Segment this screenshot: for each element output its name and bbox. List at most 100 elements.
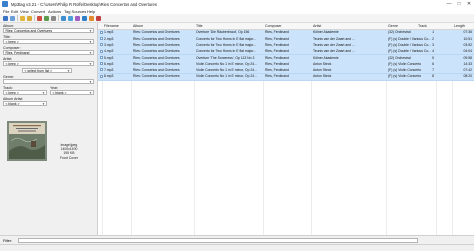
filename-to-tag-icon[interactable] <box>68 15 73 21</box>
row-checkbox[interactable] <box>99 43 103 47</box>
column-composer[interactable]: Composer <box>265 24 282 28</box>
column-artist[interactable]: Artist <box>313 24 321 28</box>
chevron-down-icon[interactable]: ▼ <box>42 102 45 105</box>
cell-album: Ries: Concertos and Overtures <box>133 55 180 60</box>
folder-open-icon[interactable] <box>20 15 25 21</box>
cover-art-image <box>7 121 47 161</box>
cell-length: 14:33 <box>463 61 473 66</box>
title-field[interactable]: < keep > ▼ <box>3 39 94 44</box>
track-field[interactable]: < keep > ▼ <box>3 90 47 95</box>
reload-icon[interactable] <box>96 15 101 21</box>
chevron-down-icon[interactable]: ▼ <box>42 91 45 94</box>
remove-tag-icon[interactable] <box>37 15 42 21</box>
cell-filename: 2.mp3 <box>104 36 114 41</box>
cell-composer: Ries, Ferdinand <box>265 30 289 35</box>
row-checkbox[interactable] <box>99 55 103 59</box>
cell-title: Violin Concerto No 1 in E minor, Op 24..… <box>196 74 257 79</box>
row-checkbox[interactable] <box>99 62 103 66</box>
minimize-button[interactable]: — <box>444 0 454 8</box>
tag-to-filename-icon[interactable] <box>61 15 66 21</box>
menu-help[interactable]: Help <box>87 9 95 14</box>
cell-title: Overture 'The Sorceress', Op 113 No 3 <box>196 55 255 60</box>
album-field[interactable]: Ries: Concertos and Overtures ▼ <box>3 28 94 33</box>
cell-composer: Ries, Ferdinand <box>265 49 289 54</box>
cell-album: Ries: Concertos and Overtures <box>133 61 180 66</box>
cell-album: Ries: Concertos and Overtures <box>133 30 180 35</box>
cell-title: Overture 'Die Räuberbraut', Op 156 <box>196 30 250 35</box>
menu-file[interactable]: File <box>3 9 9 14</box>
column-title[interactable]: Title <box>196 24 203 28</box>
column-track[interactable]: Track <box>418 24 427 28</box>
save-icon[interactable] <box>3 15 8 21</box>
cell-album: Ries: Concertos and Overtures <box>133 49 180 54</box>
cell-composer: Ries, Ferdinand <box>265 36 289 41</box>
genre-field[interactable]: ▼ <box>3 79 94 84</box>
cell-filename: 8.mp3 <box>104 74 114 79</box>
chevron-down-icon[interactable]: ▼ <box>67 69 70 72</box>
composer-value: Ries, Ferdinand <box>5 51 30 55</box>
row-checkbox[interactable] <box>99 74 103 78</box>
row-checkbox[interactable] <box>99 36 103 40</box>
menu-actions[interactable]: Actions <box>48 9 61 14</box>
select-from-list-field[interactable]: < select from list > ▼ <box>22 68 72 73</box>
menu-tag-sources[interactable]: Tag Sources <box>64 9 86 14</box>
cover-info: image/jpeg 1400x1400 195 KB Front Cover <box>60 143 78 160</box>
chevron-down-icon[interactable]: ▼ <box>89 29 92 32</box>
window-title: Mp3tag v3.21 - C:\Users\Philip R Rolfe\D… <box>11 1 157 7</box>
tag-sources-icon[interactable] <box>82 15 87 21</box>
export-icon[interactable] <box>44 15 49 21</box>
cell-title: Violin Concerto No 1 in E minor, Op 24..… <box>196 61 257 66</box>
table-row[interactable]: 8.mp3 Ries: Concertos and Overtures Violin… <box>98 73 474 81</box>
year-field[interactable]: < blank > ▼ <box>50 90 94 95</box>
cell-artist: Anton Steck <box>313 68 332 73</box>
cell-filename: 7.mp3 <box>104 68 114 73</box>
cell-artist: Teunis van der Zwart and ... <box>313 36 355 41</box>
cell-composer: Ries, Ferdinand <box>265 68 289 73</box>
options-icon[interactable] <box>51 15 56 21</box>
chevron-down-icon[interactable]: ▼ <box>89 62 92 65</box>
chevron-down-icon[interactable]: ▼ <box>89 40 92 43</box>
row-checkbox[interactable] <box>99 68 103 72</box>
album-value: Ries: Concertos and Overtures <box>5 29 53 33</box>
row-checkbox[interactable] <box>99 49 103 53</box>
cell-artist: Kölner Akademie <box>313 30 339 35</box>
filter-label: Filter: <box>3 238 12 243</box>
actions-icon[interactable] <box>75 15 80 21</box>
cell-length: 10:51 <box>463 36 473 41</box>
playlist-icon[interactable] <box>89 15 94 21</box>
file-list[interactable]: Filename Album Title Composer Artist Gen… <box>98 23 474 235</box>
cover-art[interactable] <box>7 121 47 161</box>
cell-composer: Ries, Ferdinand <box>265 55 289 60</box>
maximize-button[interactable]: □ <box>454 0 464 8</box>
chevron-down-icon[interactable]: ▼ <box>89 51 92 54</box>
menu-convert[interactable]: Convert <box>31 9 45 14</box>
cell-filename: 5.mp3 <box>104 55 114 60</box>
column-genre[interactable]: Genre <box>388 24 398 28</box>
chevron-down-icon[interactable]: ▼ <box>89 91 92 94</box>
row-checkbox[interactable] <box>99 30 103 34</box>
artist-field[interactable]: < keep > ▼ <box>3 61 94 66</box>
cell-length: 04:04 <box>463 49 473 54</box>
album-artist-field[interactable]: < blank > ▼ <box>3 101 47 106</box>
close-button[interactable]: ✕ <box>464 0 474 8</box>
cell-artist: Teunis van der Zwart and ... <box>313 42 355 47</box>
menu-edit[interactable]: Edit <box>11 9 18 14</box>
column-album[interactable]: Album <box>133 24 143 28</box>
select-from-list-value: < select from list > <box>24 69 53 73</box>
cell-composer: Ries, Ferdinand <box>265 74 289 79</box>
cell-track: 7 <box>432 68 434 73</box>
cell-track: 8 <box>432 74 434 79</box>
cell-artist: Anton Steck <box>313 74 332 79</box>
cell-track: 5 <box>432 55 434 60</box>
column-filename[interactable]: Filename <box>104 24 119 28</box>
cell-artist: Teunis van der Zwart and ... <box>313 49 355 54</box>
undo-icon[interactable] <box>10 15 15 21</box>
filter-input[interactable] <box>18 237 418 243</box>
cell-artist: Kölner Akademie <box>313 55 339 60</box>
chevron-down-icon[interactable]: ▼ <box>89 80 92 83</box>
cell-album: Ries: Concertos and Overtures <box>133 36 180 41</box>
composer-field[interactable]: Ries, Ferdinand ▼ <box>3 50 94 55</box>
folder-add-icon[interactable] <box>27 15 32 21</box>
column-length[interactable]: Length <box>454 24 465 28</box>
menu-view[interactable]: View <box>20 9 29 14</box>
